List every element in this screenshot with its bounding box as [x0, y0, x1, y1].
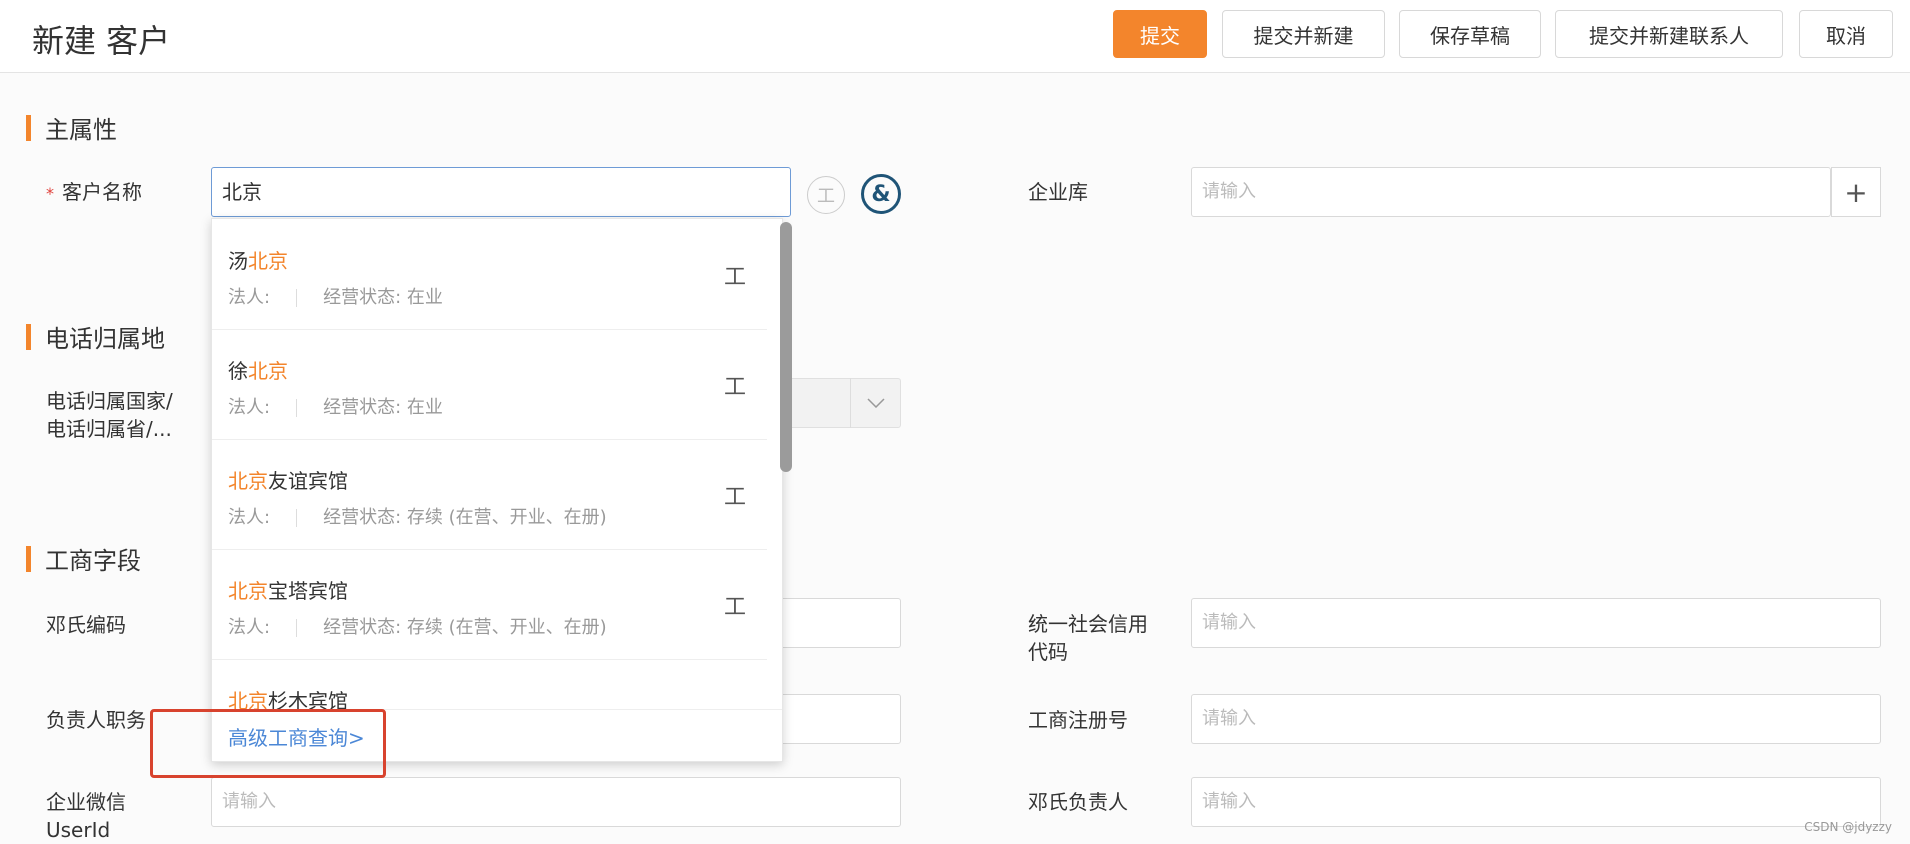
suggestion-name: 汤北京 — [228, 249, 288, 273]
reg-no-label: 工商注册号 — [1028, 708, 1128, 732]
gongshang-icon: 工 — [724, 485, 747, 510]
submit-and-new-button[interactable]: 提交并新建 — [1222, 10, 1385, 58]
enterprise-lib-input[interactable]: 请输入 — [1191, 167, 1831, 217]
gongshang-icon[interactable]: 工 — [807, 176, 845, 214]
section-main-title: 主属性 — [45, 116, 117, 144]
chevron-down-icon[interactable] — [850, 378, 901, 428]
enterprise-lib-label: 企业库 — [1028, 180, 1088, 204]
save-draft-button[interactable]: 保存草稿 — [1399, 10, 1541, 58]
suggestion-name: 北京友谊宾馆 — [228, 469, 348, 493]
add-icon[interactable]: + — [1831, 167, 1881, 217]
phone-country-label: 电话归属国家/ 电话归属省/... — [46, 389, 173, 441]
customer-name-label: * 客户名称 — [46, 180, 142, 204]
wechat-userid-input[interactable]: 请输入 — [211, 777, 901, 827]
section-phone: 电话归属地 — [26, 319, 165, 354]
page-header: 新建 客户 提交 提交并新建 保存草稿 提交并新建联系人 取消 — [0, 0, 1910, 73]
suggestion-name: 北京宝塔宾馆 — [228, 579, 348, 603]
gongshang-icon: 工 — [724, 375, 747, 400]
dropdown-scrollbar[interactable] — [780, 222, 792, 472]
suggestion-meta: 法人: 经营状态: 在业 — [228, 287, 443, 308]
suggestion-name: 徐北京 — [228, 359, 288, 383]
suggestion-item[interactable]: 汤北京 法人: 经营状态: 在业 工 — [212, 219, 767, 330]
suggestion-item[interactable]: 北京友谊宾馆 法人: 经营状态: 存续 (在营、开业、在册) 工 — [212, 439, 767, 550]
suggestion-item[interactable]: 徐北京 法人: 经营状态: 在业 工 — [212, 329, 767, 440]
suggestion-meta: 法人: 经营状态: 存续 (在营、开业、在册) — [228, 617, 607, 638]
suggestion-meta: 法人: 经营状态: 存续 (在营、开业、在册) — [228, 507, 607, 528]
gongshang-icon: 工 — [724, 595, 747, 620]
deng-manager-input[interactable]: 请输入 — [1191, 777, 1881, 827]
section-business: 工商字段 — [26, 541, 141, 576]
credit-code-input[interactable]: 请输入 — [1191, 598, 1881, 648]
deng-icon[interactable]: & — [861, 174, 901, 214]
submit-button[interactable]: 提交 — [1113, 10, 1207, 58]
submit-and-new-contact-button[interactable]: 提交并新建联系人 — [1555, 10, 1783, 58]
highlight-box — [150, 709, 386, 778]
page-title: 新建 客户 — [32, 22, 171, 60]
customer-name-input[interactable]: 北京 — [211, 167, 791, 217]
section-main: 主属性 — [26, 110, 117, 145]
cancel-button[interactable]: 取消 — [1799, 10, 1893, 58]
deng-manager-label: 邓氏负责人 — [1028, 790, 1128, 814]
credit-code-label: 统一社会信用 代码 — [1028, 612, 1148, 664]
deng-code-label: 邓氏编码 — [46, 613, 126, 637]
section-bar — [26, 114, 31, 141]
required-mark: * — [46, 184, 54, 203]
suggestion-meta: 法人: 经营状态: 在业 — [228, 397, 443, 418]
section-phone-title: 电话归属地 — [45, 325, 165, 353]
watermark: CSDN @jdyzzy — [1804, 820, 1892, 834]
section-bar — [26, 545, 31, 572]
suggestion-item[interactable]: 北京宝塔宾馆 法人: 经营状态: 存续 (在营、开业、在册) 工 — [212, 549, 767, 660]
gongshang-icon: 工 — [724, 265, 747, 290]
reg-no-input[interactable]: 请输入 — [1191, 694, 1881, 744]
manager-title-label: 负责人职务 — [46, 708, 146, 732]
section-bar — [26, 323, 31, 350]
wechat-userid-label: 企业微信 UserId — [46, 790, 126, 842]
section-business-title: 工商字段 — [45, 547, 141, 575]
company-suggestion-dropdown: 汤北京 法人: 经营状态: 在业 工 徐北京 法人: 经营状态: 在业 工 北京友谊… — [211, 218, 783, 762]
